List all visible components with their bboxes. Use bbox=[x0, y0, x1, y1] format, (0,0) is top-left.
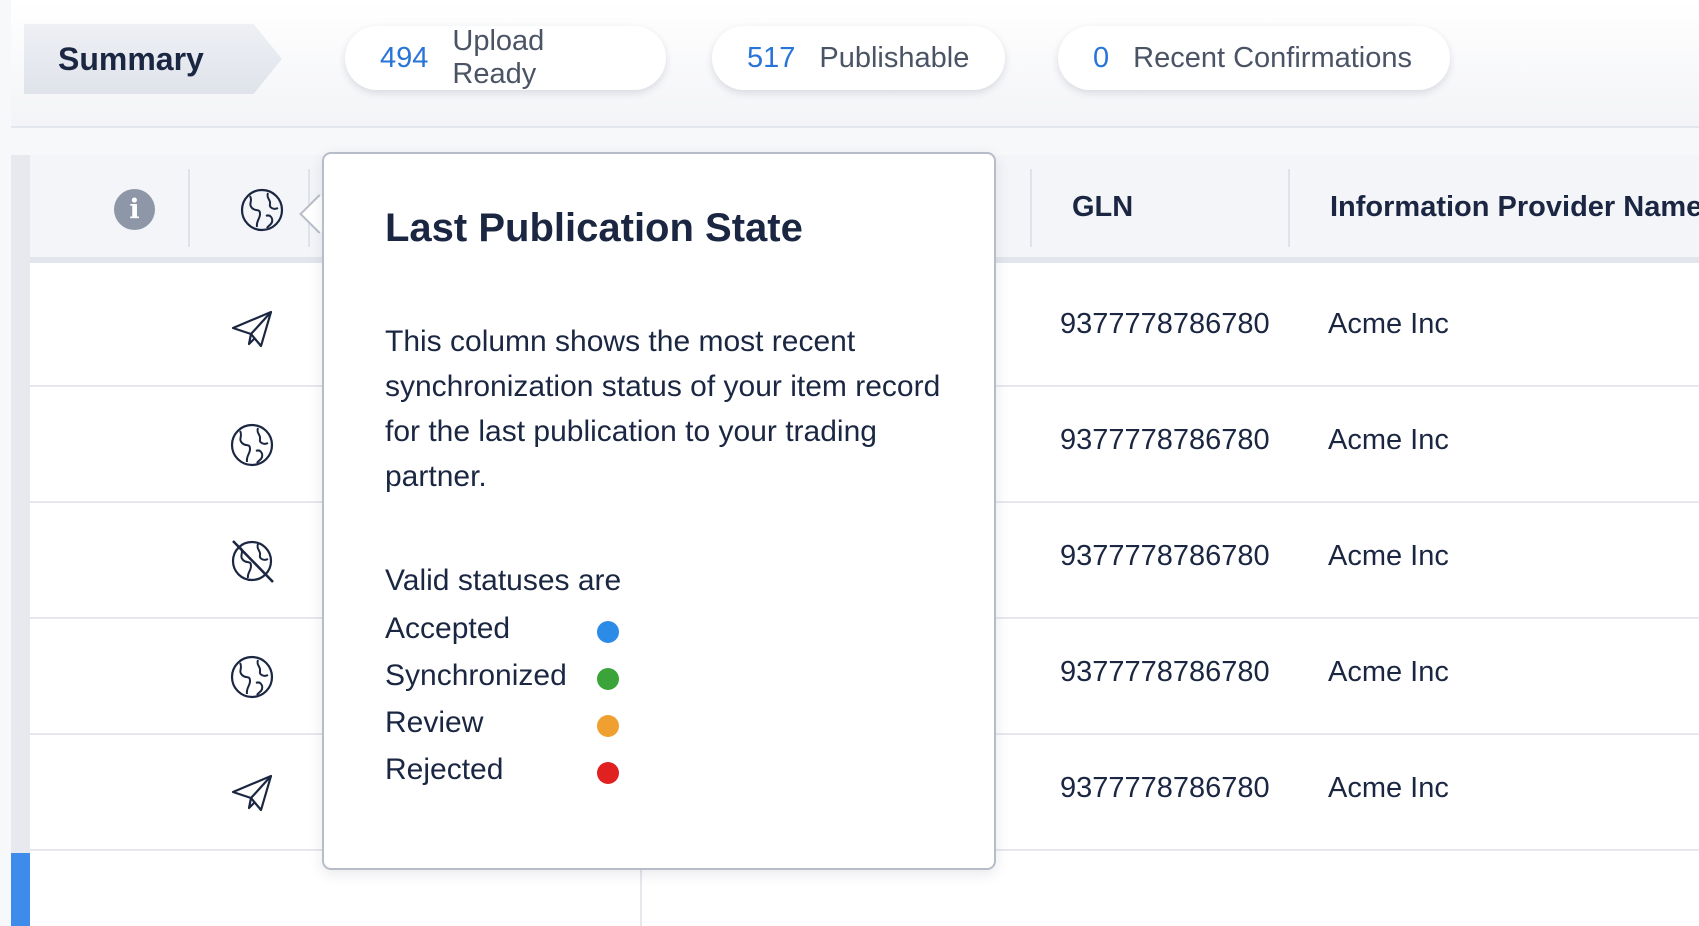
tooltip-statuses-heading: Valid statuses are bbox=[385, 564, 622, 597]
paper-plane-icon bbox=[231, 774, 273, 812]
status-label: Rejected bbox=[385, 753, 504, 786]
column-header-gln[interactable]: GLN bbox=[1072, 191, 1133, 224]
row-selector-strip bbox=[11, 155, 30, 926]
provider-cell: Acme Inc bbox=[1328, 656, 1449, 688]
globe-crossed-icon bbox=[231, 540, 274, 583]
status-dot-accepted bbox=[597, 621, 619, 643]
provider-cell: Acme Inc bbox=[1328, 540, 1449, 572]
upload-ready-count: 494 bbox=[380, 41, 429, 74]
gln-cell: 9377778786780 bbox=[1060, 656, 1270, 688]
gln-cell: 9377778786780 bbox=[1060, 772, 1270, 804]
selection-indicator bbox=[11, 853, 30, 926]
provider-cell: Acme Inc bbox=[1328, 772, 1449, 804]
paper-plane-icon bbox=[231, 310, 273, 348]
provider-cell: Acme Inc bbox=[1328, 424, 1449, 456]
upload-ready-filter[interactable]: 494 Upload Ready bbox=[345, 25, 666, 90]
gln-cell: 9377778786780 bbox=[1060, 308, 1270, 340]
publishable-filter[interactable]: 517 Publishable bbox=[712, 26, 1005, 90]
globe-icon[interactable] bbox=[238, 186, 286, 234]
status-label: Review bbox=[385, 706, 484, 739]
status-legend-item: Synchronized bbox=[385, 659, 685, 699]
recent-confirmations-count: 0 bbox=[1093, 41, 1110, 74]
status-dot-review bbox=[597, 715, 619, 737]
gln-cell: 9377778786780 bbox=[1060, 424, 1270, 456]
tooltip-title: Last Publication State bbox=[385, 206, 803, 250]
column-header-provider[interactable]: Information Provider Name bbox=[1330, 191, 1699, 224]
recent-confirmations-filter[interactable]: 0 Recent Confirmations bbox=[1058, 26, 1450, 90]
info-icon[interactable]: i bbox=[114, 189, 155, 230]
last-publication-state-tooltip: Last Publication State This column shows… bbox=[322, 152, 996, 870]
summary-title: Summary bbox=[24, 24, 282, 94]
publishable-count: 517 bbox=[747, 41, 796, 74]
gln-cell: 9377778786780 bbox=[1060, 540, 1270, 572]
status-dot-synchronized bbox=[597, 668, 619, 690]
status-label: Accepted bbox=[385, 612, 511, 645]
upload-ready-label: Upload Ready bbox=[452, 25, 545, 90]
status-label: Synchronized bbox=[385, 659, 567, 692]
status-legend-item: Accepted bbox=[385, 612, 685, 652]
provider-cell: Acme Inc bbox=[1328, 308, 1449, 340]
page: Summary 494 Upload Ready 517 Publishable… bbox=[0, 0, 1699, 926]
globe-icon bbox=[230, 423, 274, 467]
publishable-label: Publishable bbox=[819, 41, 970, 74]
status-legend-item: Rejected bbox=[385, 753, 685, 793]
tooltip-description: This column shows the most recent synchr… bbox=[385, 325, 941, 493]
globe-icon bbox=[230, 655, 274, 699]
recent-confirmations-label: Recent Confirmations bbox=[1133, 41, 1412, 74]
status-legend-item: Review bbox=[385, 706, 685, 746]
header-separator[interactable] bbox=[1030, 169, 1032, 247]
header-separator[interactable] bbox=[1288, 169, 1290, 247]
summary-bar: Summary 494 Upload Ready 517 Publishable… bbox=[11, 0, 1699, 128]
header-separator[interactable] bbox=[188, 169, 190, 247]
status-dot-rejected bbox=[597, 762, 619, 784]
